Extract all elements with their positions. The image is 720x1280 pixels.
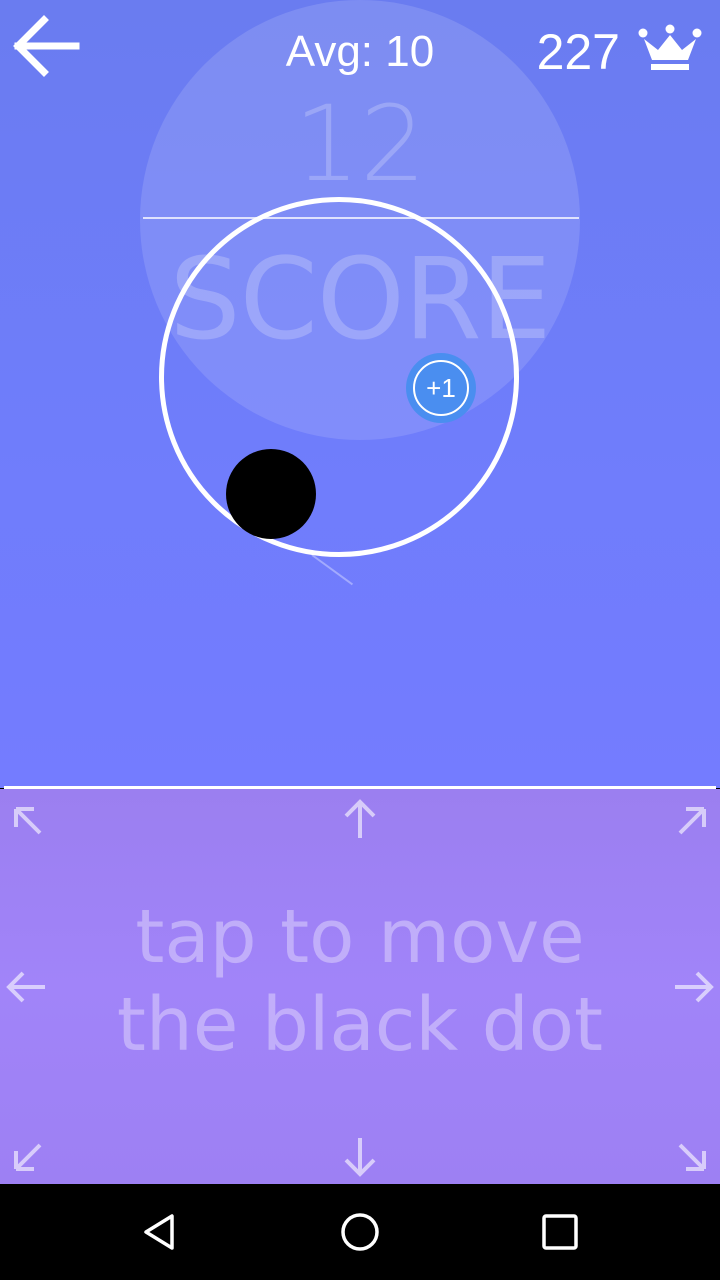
bonus-label: +1 <box>413 360 469 416</box>
best-score: 227 <box>536 24 620 80</box>
nav-recents-button[interactable] <box>530 1202 590 1262</box>
up-right-icon[interactable] <box>670 799 714 843</box>
current-score: 12 <box>293 83 427 205</box>
system-navbar <box>0 1184 720 1280</box>
arrow-left-icon <box>13 15 80 77</box>
back-triangle-icon <box>144 1214 174 1250</box>
down-left-icon[interactable] <box>6 1135 50 1179</box>
up-left-icon[interactable] <box>6 799 50 843</box>
bonus-pickup: +1 <box>406 353 476 423</box>
nav-back-button[interactable] <box>130 1202 190 1262</box>
average-score: Avg: 10 <box>285 27 435 76</box>
home-circle-icon <box>341 1213 379 1251</box>
control-pad[interactable]: tap to move the black dot <box>0 789 720 1184</box>
nav-home-button[interactable] <box>330 1202 390 1262</box>
crown-icon <box>638 24 702 70</box>
down-icon[interactable] <box>338 1135 382 1179</box>
right-icon[interactable] <box>672 965 716 1009</box>
recents-square-icon <box>542 1214 578 1250</box>
game-area: 12 SCORE +1 Avg: 10 227 <box>0 0 720 788</box>
instruction-text: tap to move the black dot <box>0 893 720 1069</box>
up-icon[interactable] <box>338 797 382 841</box>
down-right-icon[interactable] <box>670 1135 714 1179</box>
instruction-line-1: tap to move <box>135 894 585 980</box>
black-dot <box>226 449 316 539</box>
left-icon[interactable] <box>4 965 48 1009</box>
instruction-line-2: the black dot <box>116 982 604 1068</box>
back-button[interactable] <box>8 10 84 82</box>
motion-trail <box>311 554 354 586</box>
